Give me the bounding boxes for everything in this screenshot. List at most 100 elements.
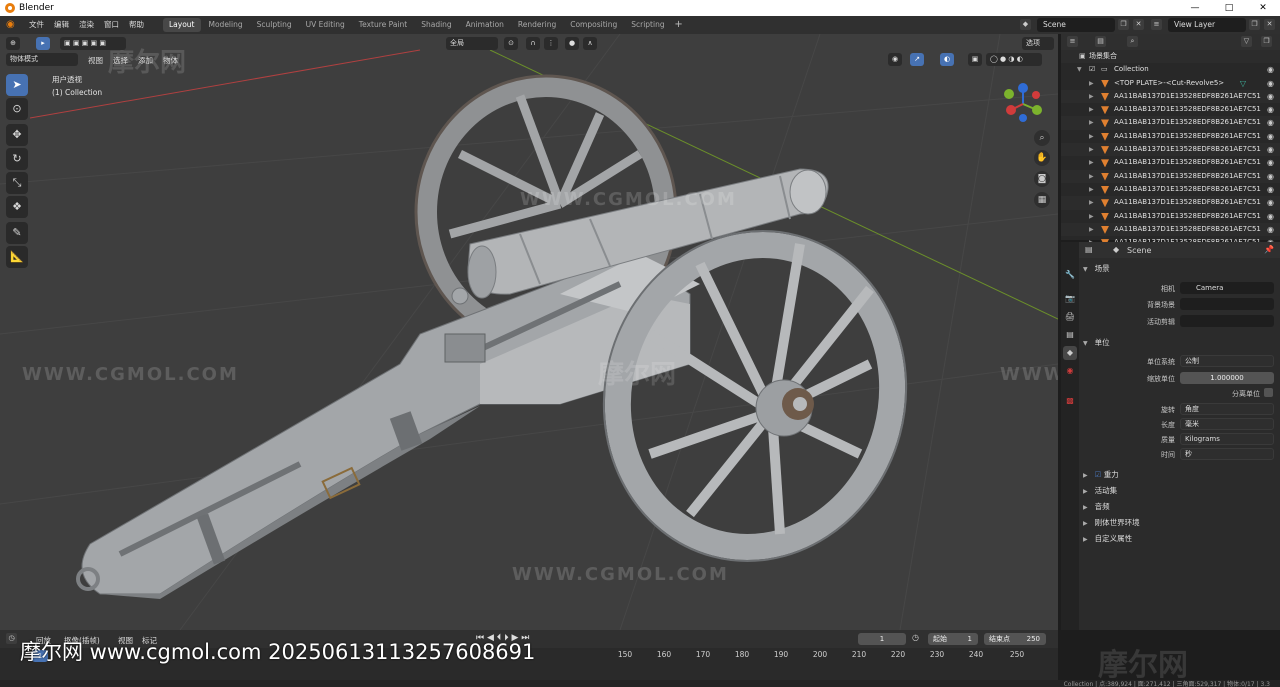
add-workspace-button[interactable]: + — [673, 19, 685, 31]
gravity-panel-header[interactable]: ▶ ☑ 重力 — [1083, 469, 1119, 480]
close-button[interactable]: ✕ — [1246, 0, 1280, 16]
rotation-dropdown[interactable]: 角度 — [1180, 403, 1274, 415]
expand-arrow-icon[interactable]: ▶ — [1089, 210, 1094, 223]
delete-scene-icon[interactable]: ✕ — [1133, 19, 1144, 30]
editor-type-icon[interactable]: ⊕ — [6, 37, 20, 50]
eye-icon[interactable]: ◉ — [1267, 130, 1274, 143]
outliner-object-row[interactable]: ▶ AA11BAB137D1E13528EDF8B261AE7C51 ◉ — [1061, 116, 1280, 130]
display-mode-icon[interactable]: ▤ — [1095, 36, 1106, 47]
separate-units-checkbox[interactable] — [1264, 388, 1273, 397]
eye-icon[interactable]: ◉ — [1267, 210, 1274, 223]
expand-arrow-icon[interactable]: ▶ — [1089, 130, 1094, 143]
frame-start-field[interactable]: 起始 1 — [928, 633, 978, 645]
tab-animation[interactable]: Animation — [460, 18, 510, 32]
eye-icon[interactable]: ◉ — [1267, 156, 1274, 169]
mass-dropdown[interactable]: Kilograms — [1180, 433, 1274, 445]
preview-range-icon[interactable]: ◷ — [912, 633, 919, 642]
maximize-button[interactable]: □ — [1212, 0, 1246, 16]
blender-logo-icon[interactable]: ◉ — [6, 19, 18, 31]
menu-help[interactable]: 帮助 — [124, 16, 149, 34]
tab-compositing[interactable]: Compositing — [564, 18, 623, 32]
expand-arrow-icon[interactable]: ▶ — [1089, 90, 1094, 103]
view-layer-field[interactable]: View Layer — [1168, 18, 1246, 32]
menu-edit[interactable]: 编辑 — [49, 16, 74, 34]
expand-arrow-icon[interactable]: ▶ — [1089, 116, 1094, 129]
viewport-menu-view[interactable]: 视图 — [88, 55, 103, 66]
expand-arrow-icon[interactable]: ▶ — [1089, 77, 1094, 90]
expand-arrow-icon[interactable]: ▶ — [1089, 143, 1094, 156]
tab-scripting[interactable]: Scripting — [625, 18, 670, 32]
new-view-layer-icon[interactable]: ❐ — [1249, 19, 1260, 30]
expand-arrow-icon[interactable]: ▶ — [1089, 103, 1094, 116]
tab-texture-paint[interactable]: Texture Paint — [353, 18, 413, 32]
select-box-icon[interactable]: ▸ — [36, 37, 50, 50]
navigation-gizmo[interactable] — [996, 82, 1050, 160]
zoom-icon[interactable]: ⌕ — [1034, 130, 1050, 146]
filter-icon[interactable]: ▽ — [1241, 36, 1252, 47]
scene-name-field[interactable]: Scene — [1037, 18, 1115, 32]
viewport-menu-object[interactable]: 物体 — [163, 55, 178, 66]
ortho-grid-icon[interactable]: ▦ — [1034, 192, 1050, 208]
snap-target-icon[interactable]: ⋮ — [544, 37, 558, 50]
annotate-tool-icon[interactable]: ✎ — [6, 222, 28, 244]
units-panel-header[interactable]: ▼ 单位 — [1083, 337, 1110, 348]
outliner-object-row[interactable]: ▶ AA11BAB137D1E13528EDF8B261AE7C51 ◉ — [1061, 89, 1280, 104]
outliner-object-row[interactable]: ▶ AA11BAB137D1E13528EDF8B261AE7C51 ◉ — [1061, 156, 1280, 169]
properties-editor-icon[interactable]: ▤ — [1085, 245, 1093, 254]
outliner-object-row[interactable]: ▶ AA11BAB137D1E13528EDF8B261AE7C51 ◉ — [1061, 222, 1280, 237]
pan-hand-icon[interactable]: ✋ — [1034, 150, 1050, 166]
current-frame-field[interactable]: 1 — [858, 633, 906, 645]
outliner-object-row[interactable]: ▶ AA11BAB137D1E13528EDF8B261AE7C51 ◉ — [1061, 183, 1280, 196]
tab-rendering[interactable]: Rendering — [512, 18, 562, 32]
expand-arrow-icon[interactable]: ▶ — [1089, 196, 1094, 209]
outliner-scene-collection[interactable]: ▣ 场景集合 — [1061, 50, 1280, 64]
move-tool-icon[interactable]: ✥ — [6, 124, 28, 146]
mode-dropdown[interactable]: 物体模式 — [6, 53, 78, 66]
eye-icon[interactable]: ◉ — [1267, 196, 1274, 209]
menu-window[interactable]: 窗口 — [99, 16, 124, 34]
frame-end-field[interactable]: 结束点 250 — [984, 633, 1046, 645]
eye-icon[interactable]: ◉ — [1267, 223, 1274, 236]
scene-selector-icon[interactable]: ◆ — [1020, 19, 1031, 30]
tab-sculpting[interactable]: Sculpting — [251, 18, 298, 32]
viewport-menu-select[interactable]: 选择 — [113, 55, 128, 66]
proportional-edit-icon[interactable]: ● — [565, 37, 579, 50]
overlay-toggle-icon[interactable]: ◐ — [940, 53, 954, 66]
shading-mode-icons[interactable]: ◯ ● ◑ ◐ — [986, 53, 1042, 66]
scene-panel-header[interactable]: ▼ 场景 — [1083, 263, 1110, 274]
rotate-tool-icon[interactable]: ↻ — [6, 148, 28, 170]
outliner-collection[interactable]: ▼ ☑ ▭ Collection ◉ — [1061, 63, 1280, 76]
tab-shading[interactable]: Shading — [415, 18, 457, 32]
menu-render[interactable]: 渲染 — [74, 16, 99, 34]
eye-icon[interactable]: ◉ — [1267, 90, 1274, 103]
custom-properties-panel-header[interactable]: ▶ 自定义属性 — [1083, 533, 1132, 544]
selection-mode-icons[interactable]: ▣ ▣ ▣ ▣ ▣ — [60, 37, 126, 50]
outliner-object-row[interactable]: ▶ AA11BAB137D1E13528EDF8B261AE7C51 ◉ — [1061, 210, 1280, 223]
eye-icon[interactable]: ◉ — [1267, 77, 1274, 90]
expand-arrow-icon[interactable]: ▶ — [1089, 183, 1094, 196]
outliner-object-row[interactable]: ▶ AA11BAB137D1E13528EDF8B261AE7C51 ◉ — [1061, 103, 1280, 116]
delete-view-layer-icon[interactable]: ✕ — [1264, 19, 1275, 30]
tab-uv-editing[interactable]: UV Editing — [300, 18, 351, 32]
view-layer-tab-icon[interactable]: ▤ — [1063, 328, 1077, 342]
falloff-icon[interactable]: ∧ — [583, 37, 597, 50]
unit-system-dropdown[interactable]: 公制 — [1180, 355, 1274, 367]
visibility-icon[interactable]: ◉ — [888, 53, 902, 66]
outliner-object-row[interactable]: ▶ AA11BAB137D1E13528EDF8B261AE7C51 ◉ — [1061, 196, 1280, 210]
length-dropdown[interactable]: 毫米 — [1180, 418, 1274, 430]
options-dropdown[interactable]: 选项 — [1022, 37, 1054, 50]
outliner-editor-icon[interactable]: ≡ — [1067, 36, 1078, 47]
eye-icon[interactable]: ◉ — [1267, 103, 1274, 116]
expand-arrow-icon[interactable]: ▶ — [1089, 223, 1094, 236]
unit-scale-field[interactable]: 1.000000 — [1180, 372, 1274, 384]
outliner-object-row[interactable]: ▶ AA11BAB137D1E13528EDF8B261AE7C51 ◉ — [1061, 130, 1280, 143]
gizmo-toggle-icon[interactable]: ↗ — [910, 53, 924, 66]
expand-arrow-icon[interactable]: ▶ — [1089, 156, 1094, 169]
transform-tool-icon[interactable]: ❖ — [6, 196, 28, 218]
eye-icon[interactable]: ◉ — [1267, 63, 1274, 76]
tab-layout[interactable]: Layout — [163, 18, 201, 32]
minimize-button[interactable]: — — [1178, 0, 1212, 16]
background-scene-field[interactable] — [1180, 298, 1274, 310]
eye-icon[interactable]: ◉ — [1267, 143, 1274, 156]
viewport-menu-add[interactable]: 添加 — [138, 55, 153, 66]
